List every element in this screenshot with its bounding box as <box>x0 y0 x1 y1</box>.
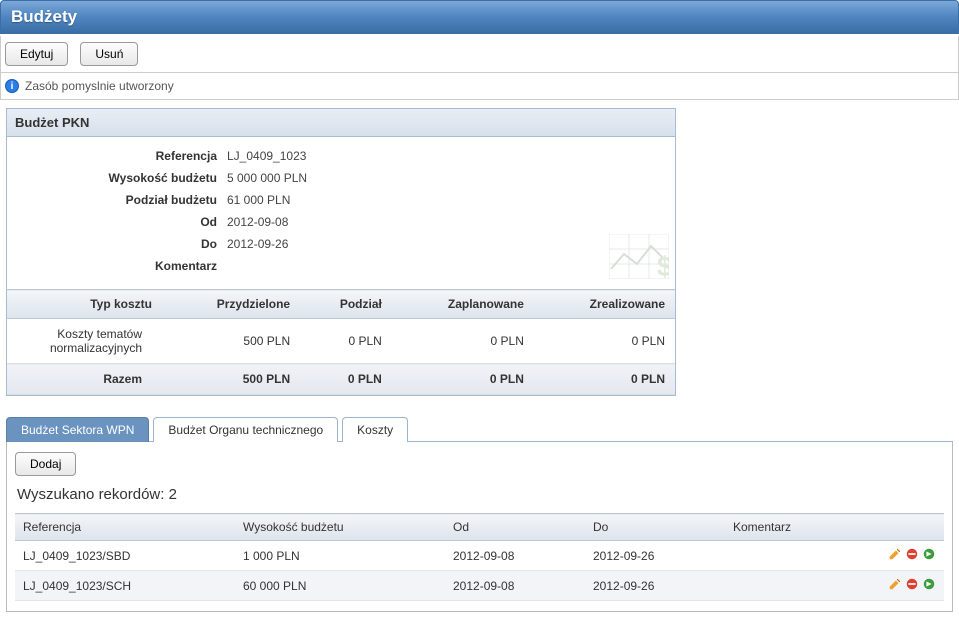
do-value: 2012-09-26 <box>227 237 288 251</box>
sum-zaplanowane: 0 PLN <box>392 364 534 395</box>
cost-table: Typ kosztu Przydzielone Podział Zaplanow… <box>7 289 675 395</box>
od-label: Od <box>17 215 227 229</box>
arrow-go-icon[interactable] <box>922 577 936 591</box>
cell-komentarz <box>725 571 874 601</box>
delete-icon[interactable] <box>905 547 919 561</box>
cell-referencja: LJ_0409_1023/SBD <box>15 541 235 571</box>
hdr-wysokosc[interactable]: Wysokość budżetu <box>235 514 445 541</box>
cell-komentarz <box>725 541 874 571</box>
row-actions <box>874 541 944 571</box>
cost-przydzielone: 500 PLN <box>162 319 300 364</box>
tab-strip: Budżet Sektora WPN Budżet Organu technic… <box>6 416 953 442</box>
edit-button[interactable]: Edytuj <box>5 42 68 66</box>
hdr-komentarz[interactable]: Komentarz <box>725 514 874 541</box>
hdr-od[interactable]: Od <box>445 514 585 541</box>
info-icon: i <box>5 79 19 93</box>
do-label: Do <box>17 237 227 251</box>
cell-wysokosc: 1 000 PLN <box>235 541 445 571</box>
podzial-label: Podział budżetu <box>17 193 227 207</box>
status-message: Zasób pomyslnie utworzony <box>25 79 174 93</box>
sum-podzial: 0 PLN <box>300 364 392 395</box>
main-toolbar: Edytuj Usuń <box>0 36 959 73</box>
records-count: Wyszukano rekordów: 2 <box>17 486 944 503</box>
col-przydzielone: Przydzielone <box>162 290 300 319</box>
col-podzial: Podział <box>300 290 392 319</box>
tab-koszty[interactable]: Koszty <box>342 417 408 442</box>
budget-panel: Budżet PKN Referencja LJ_0409_1023 Wysok… <box>6 108 676 396</box>
cost-sum-row: Razem 500 PLN 0 PLN 0 PLN 0 PLN <box>7 364 675 395</box>
wysokosc-value: 5 000 000 PLN <box>227 171 307 185</box>
cell-od: 2012-09-08 <box>445 541 585 571</box>
sum-zrealizowane: 0 PLN <box>534 364 675 395</box>
referencja-value: LJ_0409_1023 <box>227 149 306 163</box>
add-button[interactable]: Dodaj <box>15 452 76 476</box>
table-row: LJ_0409_1023/SBD 1 000 PLN 2012-09-08 20… <box>15 541 944 571</box>
hdr-do[interactable]: Do <box>585 514 725 541</box>
status-bar: i Zasób pomyslnie utworzony <box>0 73 959 100</box>
col-zaplanowane: Zaplanowane <box>392 290 534 319</box>
records-table: Referencja Wysokość budżetu Od Do Koment… <box>15 513 944 601</box>
cell-do: 2012-09-26 <box>585 541 725 571</box>
tab-organ-techniczny[interactable]: Budżet Organu technicznego <box>153 417 338 442</box>
cell-referencja: LJ_0409_1023/SCH <box>15 571 235 601</box>
cost-row: Koszty tematów normalizacyjnych 500 PLN … <box>7 319 675 364</box>
row-actions <box>874 571 944 601</box>
delete-button[interactable]: Usuń <box>80 42 138 66</box>
od-value: 2012-09-08 <box>227 215 288 229</box>
cost-podzial: 0 PLN <box>300 319 392 364</box>
sum-label: Razem <box>7 364 162 395</box>
page-header: Budżety <box>0 0 959 34</box>
delete-icon[interactable] <box>905 577 919 591</box>
cost-zrealizowane: 0 PLN <box>534 319 675 364</box>
tab-content: Dodaj Wyszukano rekordów: 2 Referencja W… <box>6 442 953 612</box>
detail-rows: Referencja LJ_0409_1023 Wysokość budżetu… <box>7 137 675 281</box>
sub-toolbar: Dodaj <box>15 452 944 476</box>
cell-od: 2012-09-08 <box>445 571 585 601</box>
cell-wysokosc: 60 000 PLN <box>235 571 445 601</box>
cost-typ: Koszty tematów normalizacyjnych <box>7 319 162 364</box>
tab-sektor-wpn[interactable]: Budżet Sektora WPN <box>6 417 149 442</box>
col-zrealizowane: Zrealizowane <box>534 290 675 319</box>
podzial-value: 61 000 PLN <box>227 193 290 207</box>
wysokosc-label: Wysokość budżetu <box>17 171 227 185</box>
hdr-referencja[interactable]: Referencja <box>15 514 235 541</box>
komentarz-label: Komentarz <box>17 259 227 273</box>
panel-title: Budżet PKN <box>7 109 675 137</box>
pencil-icon[interactable] <box>888 547 902 561</box>
chart-dollar-icon: $ <box>609 234 669 279</box>
page-title: Budżety <box>11 7 948 27</box>
cost-zaplanowane: 0 PLN <box>392 319 534 364</box>
arrow-go-icon[interactable] <box>922 547 936 561</box>
svg-text:$: $ <box>657 251 669 279</box>
col-typ: Typ kosztu <box>7 290 162 319</box>
referencja-label: Referencja <box>17 149 227 163</box>
table-row: LJ_0409_1023/SCH 60 000 PLN 2012-09-08 2… <box>15 571 944 601</box>
pencil-icon[interactable] <box>888 577 902 591</box>
sum-przydzielone: 500 PLN <box>162 364 300 395</box>
cell-do: 2012-09-26 <box>585 571 725 601</box>
